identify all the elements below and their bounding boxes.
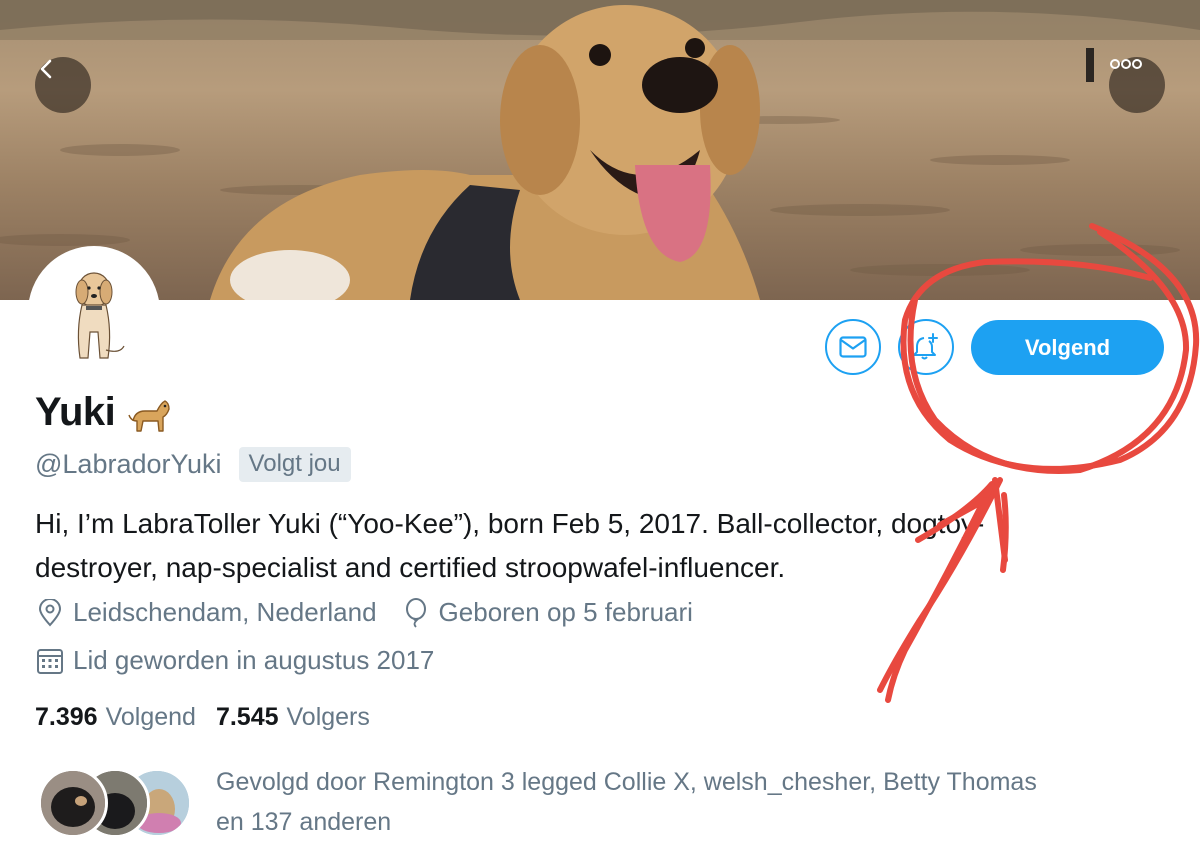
bio-line: Hi, I’m LabraToller Yuki (“Yoo-Kee”), bo…: [35, 508, 985, 539]
more-horizontal-icon: [1110, 59, 1142, 69]
chevron-left-icon: [40, 59, 52, 79]
following-label: Volgend: [105, 703, 196, 731]
profile-meta-row: Leidschendam, Nederland Geboren op 5 feb…: [35, 597, 693, 628]
followers-label: Volgers: [286, 703, 370, 731]
calendar-icon: [35, 646, 65, 676]
followers-stat[interactable]: 7.545 Volgers: [216, 703, 370, 732]
message-button[interactable]: [825, 319, 881, 375]
followed-by-line: en 137 anderen: [216, 808, 392, 836]
balloon-icon: [401, 597, 431, 628]
following-stat[interactable]: 7.396 Volgend: [35, 703, 196, 732]
envelope-icon: [839, 336, 867, 358]
notifications-button[interactable]: [898, 319, 954, 375]
follows-you-badge: Volgt jou: [238, 447, 351, 482]
mutual-followers-avatars[interactable]: [38, 768, 198, 838]
followed-by-line: Gevolgd door Remington 3 legged Collie X…: [216, 768, 1037, 796]
profile-avatar[interactable]: [28, 246, 160, 378]
profile-name-row: Yuki: [35, 390, 173, 435]
profile-birthday: Geboren op 5 februari: [438, 597, 693, 627]
dog-emoji: [128, 399, 170, 432]
followers-count: 7.545: [215, 703, 279, 731]
location-pin-icon: [35, 598, 65, 628]
dog-drawing-avatar: [32, 250, 156, 374]
more-options-button[interactable]: [1109, 57, 1165, 113]
followed-by-text[interactable]: Gevolgd door Remington 3 legged Collie X…: [216, 762, 1176, 842]
follow-stats: 7.396 Volgend 7.545 Volgers: [35, 703, 370, 732]
bell-plus-icon: [913, 333, 938, 360]
profile-joined: Lid geworden in augustus 2017: [73, 645, 435, 675]
handle-row: @LabradorYuki Volgt jou: [35, 447, 351, 482]
avatar: [38, 768, 108, 838]
profile-location: Leidschendam, Nederland: [73, 597, 377, 627]
profile-bio: Hi, I’m LabraToller Yuki (“Yoo-Kee”), bo…: [35, 502, 1165, 590]
profile-banner[interactable]: [0, 0, 1200, 300]
bio-line: destroyer, nap-specialist and certified …: [35, 552, 786, 583]
back-button[interactable]: [35, 57, 91, 113]
profile-handle: @LabradorYuki: [35, 449, 222, 479]
following-button[interactable]: Volgend: [971, 320, 1164, 375]
profile-meta-row: Lid geworden in augustus 2017: [35, 645, 434, 676]
following-count: 7.396: [35, 703, 98, 731]
profile-name: Yuki: [35, 390, 116, 434]
banner-photo: [0, 0, 1200, 300]
